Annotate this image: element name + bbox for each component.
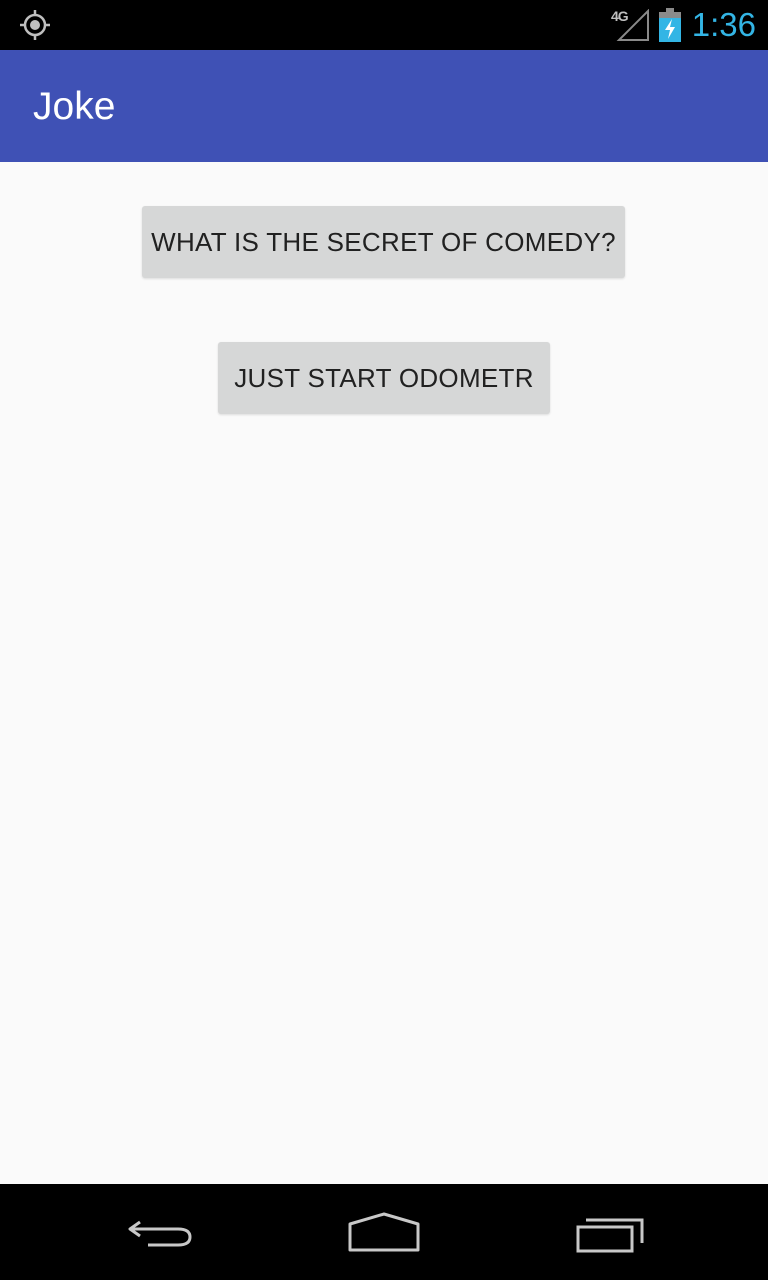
battery-charging-icon (659, 8, 681, 42)
recents-icon[interactable] (570, 1204, 650, 1260)
home-icon[interactable] (344, 1204, 424, 1260)
start-odometer-button[interactable]: JUST START ODOMETR (218, 342, 550, 414)
secret-of-comedy-button[interactable]: WHAT IS THE SECRET OF COMEDY? (142, 206, 625, 278)
app-bar: Joke (0, 50, 768, 162)
network-type-label: 4G (611, 8, 629, 24)
gps-icon (20, 10, 50, 40)
back-icon[interactable] (120, 1204, 200, 1260)
app-title: Joke (33, 85, 116, 128)
main-content: WHAT IS THE SECRET OF COMEDY? JUST START… (0, 162, 768, 1184)
status-bar: 4G 1:36 (0, 0, 768, 50)
navigation-bar (0, 1184, 768, 1280)
clock: 1:36 (691, 6, 756, 43)
